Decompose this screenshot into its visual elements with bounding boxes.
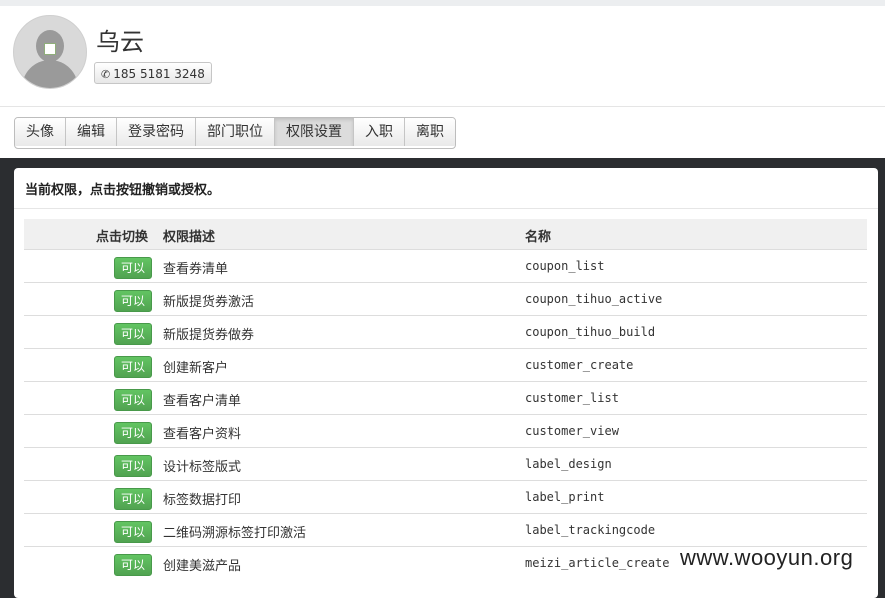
permissions-table: 点击切换 权限描述 名称 可以 查看券清单 coupon_list 可以 新版提… bbox=[24, 219, 867, 579]
permission-description: 创建新客户 bbox=[163, 361, 229, 376]
permission-description: 查看客户清单 bbox=[163, 394, 242, 409]
profile-tabs: 头像 编辑 登录密码 部门职位 权限设置 入职 离职 bbox=[14, 117, 456, 149]
header-divider bbox=[0, 106, 885, 107]
toggle-permission-button[interactable]: 可以 bbox=[114, 422, 152, 444]
permission-description: 新版提货券做券 bbox=[163, 328, 255, 343]
toggle-permission-button[interactable]: 可以 bbox=[114, 488, 152, 510]
tab-avatar[interactable]: 头像 bbox=[15, 118, 66, 146]
watermark: www.wooyun.org bbox=[680, 545, 854, 570]
column-header-toggle: 点击切换 bbox=[96, 230, 149, 245]
permission-description: 二维码溯源标签打印激活 bbox=[163, 526, 307, 541]
toggle-permission-button[interactable]: 可以 bbox=[114, 455, 152, 477]
permission-description: 查看客户资料 bbox=[163, 427, 242, 442]
permission-description: 设计标签版式 bbox=[163, 460, 242, 475]
permission-name: label_print bbox=[525, 490, 605, 504]
permission-name: customer_create bbox=[525, 358, 634, 372]
table-row: 可以 创建新客户 customer_create bbox=[24, 348, 867, 381]
tab-department-position[interactable]: 部门职位 bbox=[196, 118, 275, 146]
table-row: 可以 标签数据打印 label_print bbox=[24, 480, 867, 513]
panel-title: 当前权限，点击按钮撤销或授权。 bbox=[25, 183, 221, 198]
permission-name: customer_list bbox=[525, 391, 619, 405]
tab-permissions[interactable]: 权限设置 bbox=[275, 118, 354, 146]
permission-description: 创建美滋产品 bbox=[163, 559, 242, 574]
profile-header: 乌云 ✆ 185 5181 3248 头像 编辑 登录密码 部门职位 权限设置 入… bbox=[0, 0, 885, 158]
toggle-permission-button[interactable]: 可以 bbox=[114, 356, 152, 378]
phone-button[interactable]: ✆ 185 5181 3248 bbox=[94, 62, 212, 84]
table-row: 可以 新版提货券激活 coupon_tihuo_active bbox=[24, 282, 867, 315]
column-header-name: 名称 bbox=[525, 230, 552, 245]
permission-description: 新版提货券激活 bbox=[163, 295, 255, 310]
toggle-permission-button[interactable]: 可以 bbox=[114, 521, 152, 543]
toggle-permission-button[interactable]: 可以 bbox=[114, 323, 152, 345]
panel-divider bbox=[14, 208, 878, 209]
permission-name: label_trackingcode bbox=[525, 523, 656, 537]
permission-name: coupon_list bbox=[525, 259, 605, 273]
table-row: 可以 二维码溯源标签打印激活 label_trackingcode bbox=[24, 513, 867, 546]
tab-onboard[interactable]: 入职 bbox=[354, 118, 405, 146]
table-row: 可以 新版提货券做券 coupon_tihuo_build bbox=[24, 315, 867, 348]
table-row: 可以 设计标签版式 label_design bbox=[24, 447, 867, 480]
permission-name: coupon_tihuo_build bbox=[525, 325, 656, 339]
top-strip bbox=[0, 0, 885, 6]
table-header: 点击切换 权限描述 名称 bbox=[24, 219, 867, 249]
toggle-permission-button[interactable]: 可以 bbox=[114, 554, 152, 576]
permission-name: customer_view bbox=[525, 424, 619, 438]
phone-icon: ✆ bbox=[101, 68, 111, 81]
table-row: 可以 查看客户清单 customer_list bbox=[24, 381, 867, 414]
tab-edit[interactable]: 编辑 bbox=[66, 118, 117, 146]
tab-login-password[interactable]: 登录密码 bbox=[117, 118, 196, 146]
table-row: 可以 查看券清单 coupon_list bbox=[24, 249, 867, 282]
avatar bbox=[13, 15, 87, 89]
broken-image-icon bbox=[44, 43, 56, 55]
permission-name: label_design bbox=[525, 457, 612, 471]
permission-name: meizi_article_create bbox=[525, 556, 670, 570]
toggle-permission-button[interactable]: 可以 bbox=[114, 290, 152, 312]
column-header-description: 权限描述 bbox=[163, 230, 216, 245]
permission-description: 标签数据打印 bbox=[163, 493, 242, 508]
tab-resign[interactable]: 离职 bbox=[405, 118, 455, 146]
toggle-permission-button[interactable]: 可以 bbox=[114, 389, 152, 411]
permissions-panel: 当前权限，点击按钮撤销或授权。 点击切换 权限描述 名称 可以 查看券清单 co… bbox=[14, 168, 878, 598]
permission-description: 查看券清单 bbox=[163, 262, 229, 277]
permission-name: coupon_tihuo_active bbox=[525, 292, 663, 306]
table-row: 可以 查看客户资料 customer_view bbox=[24, 414, 867, 447]
toggle-permission-button[interactable]: 可以 bbox=[114, 257, 152, 279]
phone-number: 185 5181 3248 bbox=[113, 67, 205, 81]
avatar-shoulders-shape bbox=[22, 60, 78, 88]
user-name: 乌云 bbox=[96, 28, 144, 56]
